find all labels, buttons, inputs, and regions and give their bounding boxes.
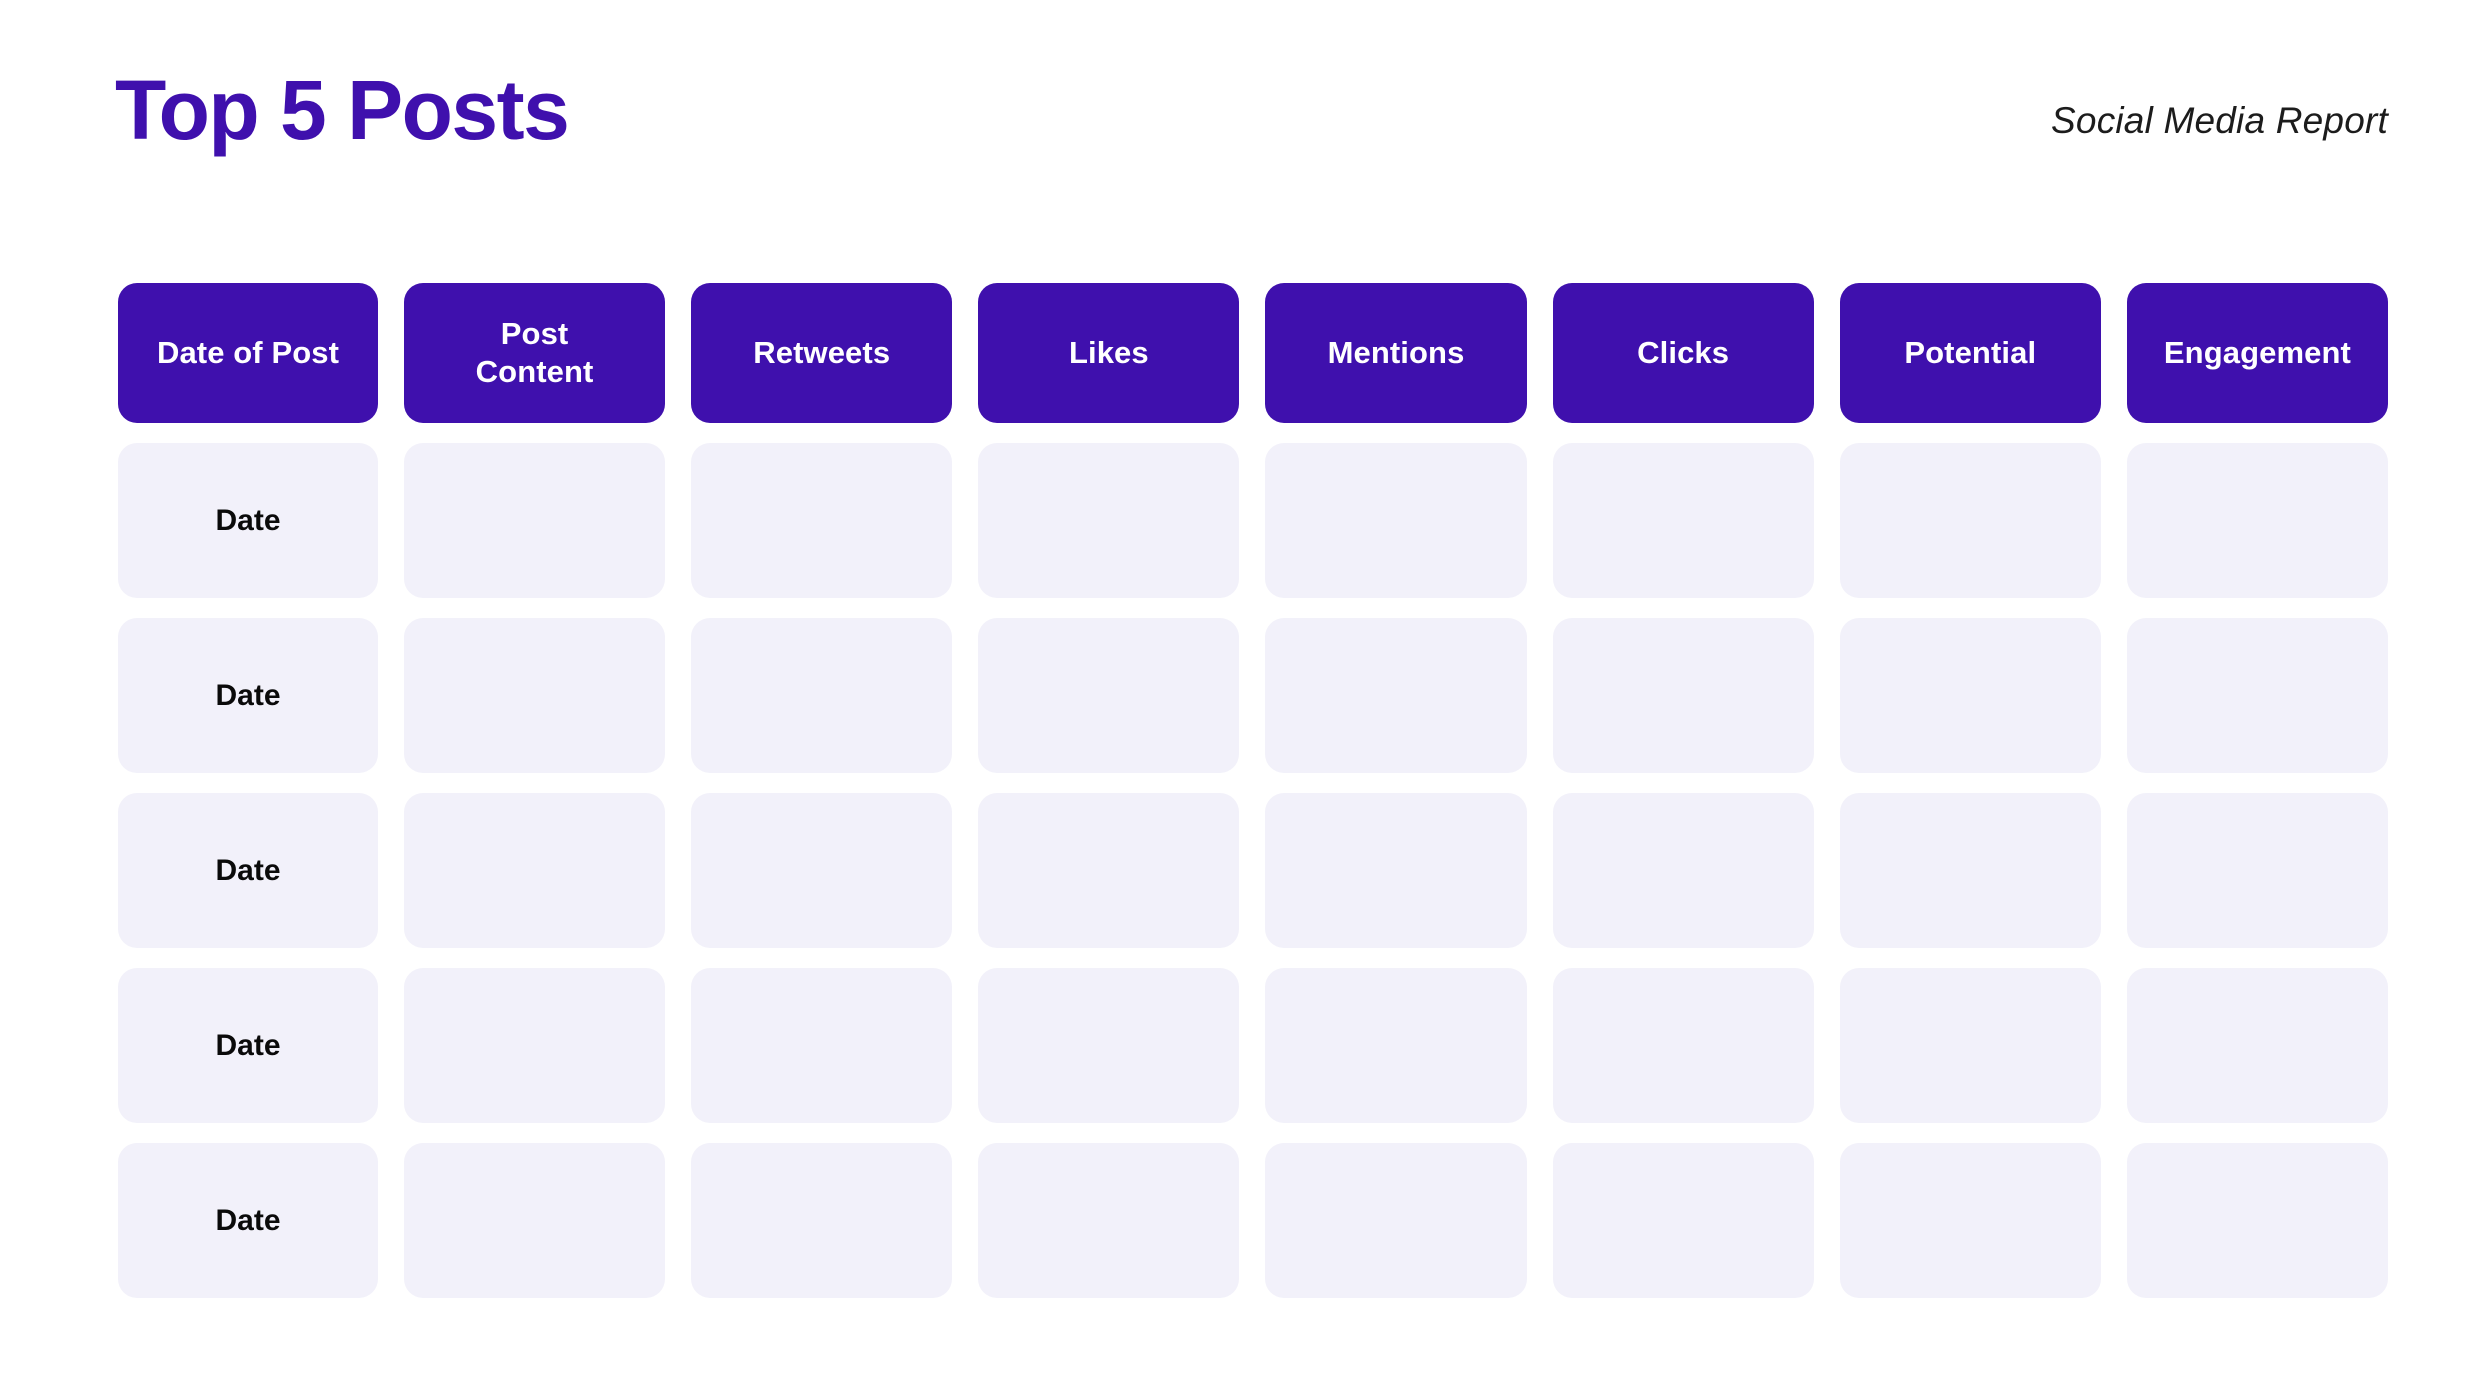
- cell-clicks[interactable]: [1552, 1143, 1814, 1298]
- table-row: Date: [118, 793, 2388, 948]
- cell-engagement[interactable]: [2126, 618, 2388, 773]
- cell-likes[interactable]: [978, 618, 1240, 773]
- column-header-clicks-line1: Clicks: [1637, 335, 1730, 371]
- cell-post-content[interactable]: [404, 443, 666, 598]
- cell-likes[interactable]: [978, 968, 1240, 1123]
- cell-potential[interactable]: [1839, 793, 2101, 948]
- cell-engagement[interactable]: [2126, 968, 2388, 1123]
- column-header-mentions[interactable]: Mentions: [1265, 283, 1527, 423]
- cell-likes[interactable]: [978, 1143, 1240, 1298]
- column-header-likes[interactable]: Likes: [978, 283, 1240, 423]
- table-header-row: Date of Post Post Content Retweets Likes…: [118, 283, 2388, 423]
- cell-post-content[interactable]: [404, 968, 666, 1123]
- table-row: Date: [118, 618, 2388, 773]
- column-header-post-content[interactable]: Post Content: [404, 283, 666, 423]
- cell-retweets[interactable]: [691, 443, 953, 598]
- column-header-potential-line1: Potential: [1904, 335, 2037, 371]
- cell-date[interactable]: Date: [118, 793, 378, 948]
- table-row: Date: [118, 968, 2388, 1123]
- column-header-engagement-line1: Engagement: [2163, 335, 2351, 371]
- column-header-mentions-line1: Mentions: [1327, 335, 1465, 371]
- column-header-date-of-post[interactable]: Date of Post: [118, 283, 378, 423]
- cell-clicks[interactable]: [1552, 618, 1814, 773]
- cell-engagement[interactable]: [2126, 443, 2388, 598]
- cell-potential[interactable]: [1839, 1143, 2101, 1298]
- top-posts-table: Date of Post Post Content Retweets Likes…: [118, 283, 2388, 1298]
- cell-clicks[interactable]: [1552, 793, 1814, 948]
- cell-mentions[interactable]: [1265, 1143, 1527, 1298]
- column-header-date-of-post-line1: Date of Post: [156, 335, 340, 371]
- cell-likes[interactable]: [978, 443, 1240, 598]
- cell-likes[interactable]: [978, 793, 1240, 948]
- cell-engagement[interactable]: [2126, 1143, 2388, 1298]
- cell-mentions[interactable]: [1265, 968, 1527, 1123]
- cell-potential[interactable]: [1839, 618, 2101, 773]
- table-row: Date: [118, 443, 2388, 598]
- table-row: Date: [118, 1143, 2388, 1298]
- cell-retweets[interactable]: [691, 793, 953, 948]
- cell-post-content[interactable]: [404, 1143, 666, 1298]
- column-header-post-content-line2: Content: [475, 354, 594, 389]
- cell-date[interactable]: Date: [118, 968, 378, 1123]
- cell-date[interactable]: Date: [118, 443, 378, 598]
- cell-mentions[interactable]: [1265, 443, 1527, 598]
- column-header-clicks[interactable]: Clicks: [1552, 283, 1814, 423]
- page-header: Top 5 Posts Social Media Report: [0, 0, 2479, 250]
- cell-post-content[interactable]: [404, 618, 666, 773]
- cell-mentions[interactable]: [1265, 618, 1527, 773]
- cell-date[interactable]: Date: [118, 1143, 378, 1298]
- column-header-retweets[interactable]: Retweets: [691, 283, 953, 423]
- cell-engagement[interactable]: [2126, 793, 2388, 948]
- report-subtitle: Social Media Report: [2051, 100, 2388, 141]
- column-header-likes-line1: Likes: [1068, 335, 1149, 371]
- cell-date[interactable]: Date: [118, 618, 378, 773]
- cell-retweets[interactable]: [691, 1143, 953, 1298]
- column-header-engagement[interactable]: Engagement: [2126, 283, 2388, 423]
- cell-post-content[interactable]: [404, 793, 666, 948]
- cell-potential[interactable]: [1839, 443, 2101, 598]
- column-header-retweets-line1: Retweets: [753, 335, 891, 371]
- cell-clicks[interactable]: [1552, 443, 1814, 598]
- column-header-potential[interactable]: Potential: [1839, 283, 2101, 423]
- cell-mentions[interactable]: [1265, 793, 1527, 948]
- cell-retweets[interactable]: [691, 968, 953, 1123]
- cell-potential[interactable]: [1839, 968, 2101, 1123]
- cell-retweets[interactable]: [691, 618, 953, 773]
- column-header-post-content-line1: Post: [500, 316, 569, 352]
- cell-clicks[interactable]: [1552, 968, 1814, 1123]
- page-title: Top 5 Posts: [115, 63, 570, 157]
